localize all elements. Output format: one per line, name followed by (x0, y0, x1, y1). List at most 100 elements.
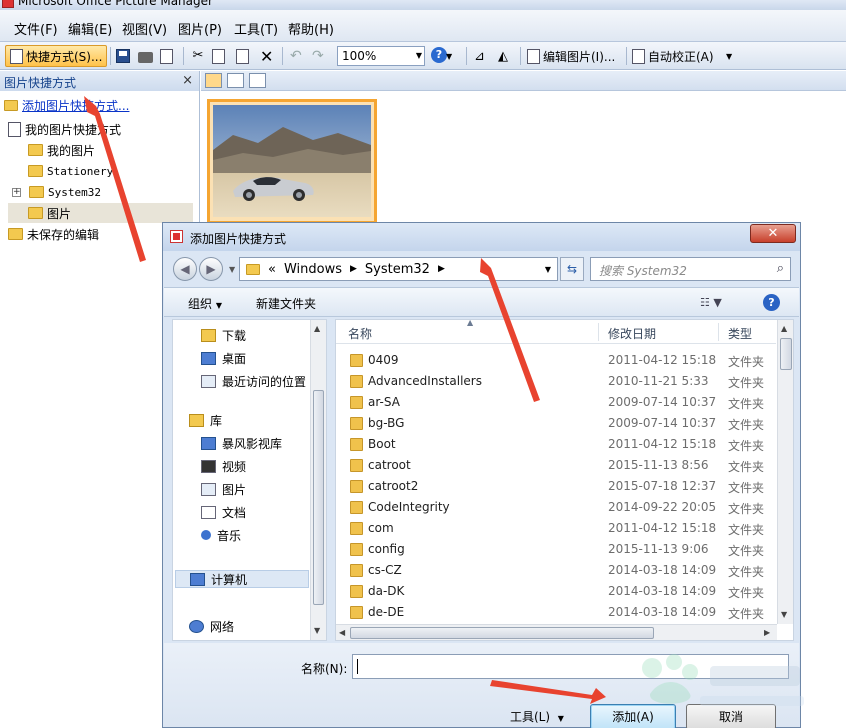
single-picture-view-icon[interactable] (249, 73, 266, 88)
file-row[interactable]: catroot2 2015-07-18 12:37 文件夹 (336, 476, 776, 497)
refresh-button[interactable]: ⇆ (560, 257, 584, 281)
forward-button[interactable]: ▶ (199, 257, 223, 281)
file-row[interactable]: ar-SA 2009-07-14 10:37 文件夹 (336, 392, 776, 413)
nav-pane-scrollbar[interactable]: ▲ ▼ (310, 320, 326, 640)
paste-button[interactable] (236, 45, 249, 67)
help-icon[interactable]: ? (763, 294, 780, 311)
file-row[interactable]: Boot 2011-04-12 15:18 文件夹 (336, 434, 776, 455)
new-folder-button[interactable]: 新建文件夹 (256, 295, 316, 312)
nav-item-videos[interactable]: 视频 (201, 457, 246, 475)
folder-icon (350, 396, 363, 409)
nav-item-recent-places[interactable]: 最近访问的位置 (201, 372, 306, 390)
menu-file[interactable]: 文件(F) (14, 19, 58, 38)
delete-x-icon: ✕ (260, 46, 274, 66)
view-options-icon[interactable]: ☷ ▼ (700, 296, 722, 309)
tree-item-my-shortcuts[interactable]: 我的图片快捷方式 (8, 119, 121, 139)
breadcrumb-chevron-icon[interactable]: ▶ (350, 264, 357, 274)
thumbnail-view-icon[interactable] (205, 73, 222, 88)
scroll-down-icon[interactable]: ▼ (314, 626, 320, 635)
file-row[interactable]: catroot 2015-11-13 8:56 文件夹 (336, 455, 776, 476)
nav-item-downloads[interactable]: 下载 (201, 326, 246, 344)
tree-item-system32[interactable]: + System32 (12, 182, 101, 202)
back-button[interactable]: ◀ (173, 257, 197, 281)
scroll-up-icon[interactable]: ▲ (781, 324, 787, 333)
menu-edit[interactable]: 编辑(E) (68, 19, 112, 38)
nav-item-music[interactable]: 音乐 (201, 526, 241, 544)
rotate-right-button[interactable]: ◭ (498, 45, 508, 67)
delete-button[interactable]: ✕ (260, 45, 273, 67)
file-row[interactable]: bg-BG 2009-07-14 10:37 文件夹 (336, 413, 776, 434)
column-header-type[interactable]: 类型 (728, 325, 752, 342)
file-row[interactable]: com 2011-04-12 15:18 文件夹 (336, 518, 776, 539)
picture-thumbnail[interactable] (207, 99, 377, 224)
copy-button[interactable] (212, 45, 225, 67)
nav-item-video-library[interactable]: 暴风影视库 (201, 434, 282, 452)
undo-button[interactable]: ↶ (290, 45, 302, 67)
file-list-vertical-scrollbar[interactable]: ▲ ▼ (777, 320, 793, 624)
scroll-down-icon[interactable]: ▼ (781, 610, 787, 619)
file-row[interactable]: config 2015-11-13 9:06 文件夹 (336, 539, 776, 560)
expand-plus-icon[interactable]: + (12, 187, 21, 197)
file-row[interactable]: AdvancedInstallers 2010-11-21 5:33 文件夹 (336, 371, 776, 392)
tree-item-pictures[interactable]: 图片 (8, 203, 193, 223)
filmstrip-view-icon[interactable] (227, 73, 244, 88)
pane-close-icon[interactable]: × (182, 73, 193, 88)
nav-item-pictures[interactable]: 图片 (201, 480, 246, 498)
column-divider[interactable] (598, 323, 599, 341)
save-button[interactable] (116, 45, 130, 67)
column-header-date[interactable]: 修改日期 (608, 325, 656, 342)
organize-button[interactable]: 组织 ▼ (188, 295, 222, 312)
toolbar-overflow-dropdown[interactable]: ▼ (726, 45, 732, 67)
file-row[interactable]: da-DK 2014-03-18 14:09 文件夹 (336, 581, 776, 602)
breadcrumb-system32[interactable]: System32 (365, 262, 430, 277)
scrollbar-thumb[interactable] (313, 390, 324, 605)
address-bar[interactable]: « Windows ▶ System32 ▶ ▼ (239, 257, 558, 281)
search-input[interactable]: 搜索 System32 ⌕ (590, 257, 791, 281)
scrollbar-thumb[interactable] (350, 627, 654, 639)
nav-item-network[interactable]: 网络 (189, 617, 234, 635)
file-row[interactable]: CodeIntegrity 2014-09-22 20:05 文件夹 (336, 497, 776, 518)
menu-picture[interactable]: 图片(P) (178, 19, 222, 38)
file-row[interactable]: cs-CZ 2014-03-18 14:09 文件夹 (336, 560, 776, 581)
menu-help[interactable]: 帮助(H) (288, 19, 334, 38)
nav-item-documents[interactable]: 文档 (201, 503, 246, 521)
menu-view[interactable]: 视图(V) (122, 19, 167, 38)
scrollbar-thumb[interactable] (780, 338, 792, 370)
menu-tools[interactable]: 工具(T) (234, 19, 278, 38)
column-divider[interactable] (718, 323, 719, 341)
file-row[interactable]: 0409 2011-04-12 15:18 文件夹 (336, 350, 776, 371)
breadcrumb-windows[interactable]: Windows (284, 262, 342, 277)
nav-item-libraries[interactable]: 库 (189, 411, 222, 429)
breadcrumb-chevron-icon[interactable]: ▶ (438, 264, 445, 274)
tree-item-my-pictures[interactable]: 我的图片 (28, 140, 95, 160)
rotate-left-button[interactable]: ⊿ (474, 45, 485, 67)
add-folder-icon (4, 100, 18, 111)
tree-item-unsaved-edits[interactable]: 未保存的编辑 (8, 224, 99, 244)
tree-item-stationery[interactable]: Stationery (28, 161, 113, 181)
cut-button[interactable]: ✂ (190, 45, 206, 67)
add-picture-shortcut-link[interactable]: 添加图片快捷方式... (4, 97, 129, 114)
file-list-horizontal-scrollbar[interactable]: ◀ ▶ (336, 624, 777, 640)
file-row[interactable]: de-DE 2014-03-18 14:09 文件夹 (336, 602, 776, 623)
zoom-select[interactable]: 100% ▼ (337, 46, 425, 66)
scroll-left-icon[interactable]: ◀ (339, 628, 345, 637)
scroll-right-icon[interactable]: ▶ (764, 628, 770, 637)
auto-correct-button[interactable]: 自动校正(A) (632, 45, 714, 67)
dialog-close-button[interactable]: ✕ (750, 224, 796, 243)
chevron-down-icon[interactable]: ▼ (545, 265, 551, 274)
email-button[interactable] (160, 45, 173, 67)
help-icon[interactable]: ? (431, 47, 447, 63)
nav-item-desktop[interactable]: 桌面 (201, 349, 246, 367)
toolbar-options-dropdown[interactable]: ▼ (446, 45, 452, 67)
redo-button[interactable]: ↷ (312, 45, 324, 67)
edit-pictures-button[interactable]: 编辑图片(I)... (527, 45, 615, 67)
scroll-up-icon[interactable]: ▲ (314, 324, 320, 333)
breadcrumb-overflow[interactable]: « (268, 262, 276, 277)
recent-places-icon (201, 374, 216, 388)
recent-locations-dropdown[interactable]: ▼ (229, 265, 235, 274)
nav-item-computer[interactable]: 计算机 (175, 570, 309, 588)
shortcuts-button[interactable]: 快捷方式(S)... (5, 45, 108, 67)
tools-dropdown-button[interactable]: 工具(L) ▼ (510, 708, 564, 725)
print-button[interactable] (138, 45, 153, 67)
column-header-name[interactable]: 名称 (348, 325, 372, 342)
